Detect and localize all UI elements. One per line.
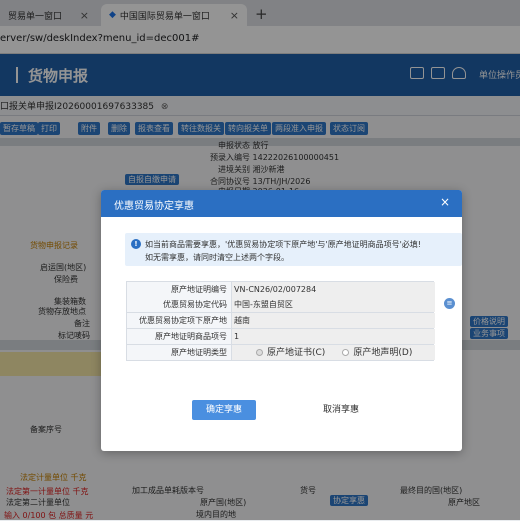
field-row-origin: 优惠贸易协定项下原产地 越南 [126, 313, 435, 329]
field-label: 原产地证明编号 [127, 282, 232, 297]
field-label: 原产地证明商品项号 [127, 329, 232, 344]
field-label: 优惠贸易协定项下原产地 [127, 313, 232, 328]
field-row-agreement-code: 优惠贸易协定代码 中国-东盟自贸区 [126, 297, 435, 313]
cancel-benefit-button[interactable]: 取消享惠 [309, 400, 373, 420]
field-row-cert-type: 原产地证明类型 原产地证书(C) 原产地声明(D) [126, 345, 435, 361]
confirm-benefit-button[interactable]: 确定享惠 [192, 400, 256, 420]
preferential-trade-dialog: 优惠贸易协定享惠 × ! 如当前商品需要享惠，'优惠贸易协定项下原产地'与'原产… [101, 190, 462, 451]
radio-declaration[interactable] [342, 349, 350, 356]
dialog-title: 优惠贸易协定享惠 [114, 201, 194, 212]
info-icon: ! [131, 239, 141, 249]
notice-line-1: 如当前商品需要享惠，'优惠贸易协定项下原产地'与'原产地证明商品项号'必填! [145, 240, 422, 249]
cert-number-input[interactable]: VN-CN26/02/007284 [232, 282, 435, 297]
radio-label: 原产地证书(C) [267, 348, 326, 358]
radio-certificate[interactable] [256, 349, 263, 356]
list-icon[interactable]: ≡ [444, 298, 455, 309]
close-icon[interactable]: × [440, 195, 450, 209]
dialog-header: 优惠贸易协定享惠 × [101, 190, 462, 217]
field-row-item-number: 原产地证明商品项号 1 [126, 329, 435, 345]
notice-box: ! 如当前商品需要享惠，'优惠贸易协定项下原产地'与'原产地证明商品项号'必填!… [125, 233, 462, 266]
item-number-input[interactable]: 1 [232, 329, 435, 344]
origin-input[interactable]: 越南 [232, 313, 435, 328]
field-label: 原产地证明类型 [127, 345, 232, 360]
notice-line-2: 如无需享惠，请同时清空上述两个字段。 [145, 253, 289, 262]
agreement-code-input[interactable]: 中国-东盟自贸区 [232, 297, 435, 312]
field-row-cert-number: 原产地证明编号 VN-CN26/02/007284 [126, 281, 435, 297]
field-label: 优惠贸易协定代码 [127, 297, 232, 312]
radio-label: 原产地声明(D) [353, 348, 413, 358]
cert-type-radio-group: 原产地证书(C) 原产地声明(D) [232, 345, 435, 360]
